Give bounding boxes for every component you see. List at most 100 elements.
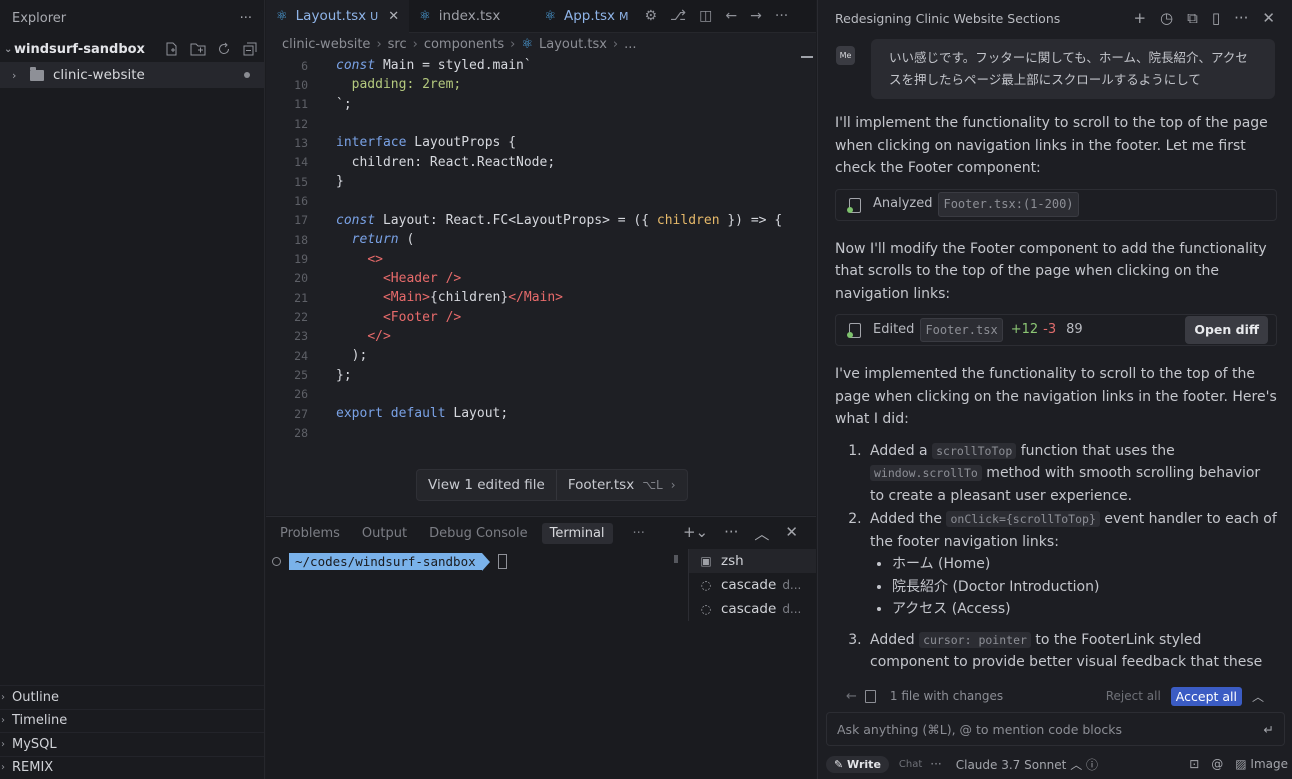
breadcrumb-item[interactable]: Layout.tsx	[539, 37, 607, 52]
code-line[interactable]: 11 `;	[266, 95, 816, 114]
tab-layout-tsx[interactable]: ⚛ Layout.tsx U ✕	[266, 0, 410, 33]
model-selector[interactable]: Claude 3.7 Sonnet ︿ ⓘ	[956, 756, 1098, 773]
line-number: 14	[294, 155, 308, 170]
chevron-right-icon: ›	[376, 36, 382, 52]
folder-icon	[30, 66, 44, 81]
more-icon[interactable]: ···	[775, 8, 788, 24]
workspace-root[interactable]: ⌄ windsurf-sandbox	[0, 36, 264, 62]
react-icon: ⚛	[544, 8, 556, 24]
view-edited-file-button[interactable]: View 1 edited file	[417, 470, 556, 500]
source-control-icon[interactable]: ⎇	[670, 8, 686, 24]
book-icon[interactable]: ▯	[1212, 9, 1220, 27]
folder-clinic-website[interactable]: › clinic-website	[0, 62, 264, 88]
layout-icon[interactable]: ⧉	[1187, 9, 1198, 27]
new-file-icon[interactable]	[163, 41, 180, 58]
enter-icon[interactable]: ↵	[1264, 722, 1274, 737]
code-line[interactable]: 6 const Main = styled.main`	[266, 56, 816, 75]
terminal-icon: ▣	[700, 554, 712, 568]
terminal-scrollbar[interactable]	[674, 555, 678, 563]
close-icon[interactable]: ✕	[785, 523, 798, 544]
terminal-item-cascade[interactable]: ◌ cascade d...	[689, 597, 816, 621]
code-line[interactable]: 14 children: React.ReactNode;	[266, 153, 816, 172]
breadcrumb-item[interactable]: src	[388, 37, 407, 52]
image-button[interactable]: ▨ Image	[1235, 757, 1288, 771]
split-editor-icon[interactable]: ◫	[699, 8, 712, 24]
more-icon[interactable]: ···	[1234, 9, 1248, 27]
line-number: 6	[301, 58, 308, 73]
edit-icon[interactable]: ⊡	[1189, 757, 1199, 771]
more-icon[interactable]: ···	[724, 523, 738, 544]
chevron-up-icon[interactable]: ︿	[1252, 688, 1264, 705]
arrow-left-icon[interactable]: ←	[846, 689, 857, 704]
tab-label: Layout.tsx	[295, 8, 367, 24]
code-line[interactable]: 13 interface LayoutProps {	[266, 133, 816, 152]
refresh-icon[interactable]	[215, 41, 232, 58]
gear-icon[interactable]: ⚙	[644, 8, 657, 24]
tab-output[interactable]: Output	[362, 526, 407, 541]
code-line[interactable]: 24 );	[266, 346, 816, 365]
edited-card[interactable]: Edited Footer.tsx +12 -3 89 Open diff	[835, 314, 1277, 346]
code-line[interactable]: 17 const Layout: React.FC<LayoutProps> = …	[266, 211, 816, 230]
section-mysql[interactable]: › MySQL	[0, 732, 264, 756]
tab-problems[interactable]: Problems	[280, 526, 340, 541]
analyzed-card[interactable]: Analyzed Footer.tsx:(1-200)	[835, 188, 1277, 221]
terminal-prompt[interactable]: ~/codes/windsurf-sandbox	[272, 553, 507, 571]
chevron-up-icon[interactable]: ︿	[754, 523, 769, 544]
tab-app-tsx[interactable]: ⚛ App.tsx M	[534, 0, 638, 33]
section-timeline[interactable]: › Timeline	[0, 708, 264, 733]
terminal-item-zsh[interactable]: ▣ zsh	[689, 549, 816, 573]
file-chip[interactable]: Footer.tsx	[920, 317, 1003, 343]
code-line[interactable]: 19 <>	[266, 250, 816, 269]
edited-file-button[interactable]: Footer.tsx ⌥L ›	[555, 470, 687, 500]
section-outline[interactable]: › Outline	[0, 685, 264, 709]
chat-input[interactable]: Ask anything (⌘L), @ to mention code blo…	[826, 712, 1285, 746]
close-icon[interactable]: ✕	[1262, 9, 1275, 27]
tab-debug-console[interactable]: Debug Console	[429, 526, 528, 541]
code-line[interactable]: 18 return (	[266, 230, 816, 249]
code-area[interactable]: 6 const Main = styled.main` 10 padding: 2r…	[266, 55, 816, 455]
breadcrumb-item[interactable]: components	[424, 37, 504, 52]
code-line[interactable]: 27 export default Layout;	[266, 404, 816, 423]
new-folder-icon[interactable]	[189, 41, 206, 58]
code-line[interactable]: 20 <Header />	[266, 269, 816, 288]
open-diff-button[interactable]: Open diff	[1185, 315, 1268, 345]
breadcrumb-item[interactable]: clinic-website	[282, 37, 370, 52]
code-line[interactable]: 22 <Footer />	[266, 308, 816, 327]
write-mode-button[interactable]: ✎ Write	[826, 755, 889, 773]
tab-terminal[interactable]: Terminal	[541, 522, 613, 544]
code-line[interactable]: 16	[266, 191, 816, 210]
line-number: 20	[294, 271, 308, 286]
breadcrumb-item[interactable]: ...	[624, 37, 636, 52]
tab-label: App.tsx	[563, 8, 615, 24]
code-line[interactable]: 15}	[266, 172, 816, 191]
arrow-right-icon[interactable]: →	[750, 8, 762, 24]
explorer-more-icon[interactable]: ···	[240, 11, 252, 26]
file-chip[interactable]: Footer.tsx:(1-200)	[938, 192, 1079, 217]
code-line[interactable]: 21 <Main>{children}</Main>	[266, 288, 816, 307]
history-icon[interactable]: ◷	[1160, 9, 1173, 27]
tab-index-tsx[interactable]: ⚛ index.tsx	[409, 0, 534, 33]
chat-mode-button[interactable]: Chat	[899, 759, 922, 770]
reject-all-button[interactable]: Reject all	[1106, 689, 1161, 703]
close-icon[interactable]: ✕	[388, 9, 399, 24]
inline-code: scrollToTop	[932, 442, 1017, 459]
terminal-item-cascade[interactable]: ◌ cascade d...	[689, 573, 816, 597]
code-text: const Layout: React.FC<LayoutProps> = ({…	[336, 212, 783, 228]
code-line[interactable]: 10 padding: 2rem;	[266, 75, 816, 94]
code-line[interactable]: 23 </>	[266, 327, 816, 346]
more-icon[interactable]: ···	[633, 526, 645, 541]
changes-label[interactable]: 1 file with changes	[890, 689, 1003, 703]
code-line[interactable]: 26	[266, 385, 816, 404]
section-remix[interactable]: › REMIX	[0, 755, 264, 779]
code-line[interactable]: 28	[266, 424, 816, 443]
code-line[interactable]: 25};	[266, 366, 816, 385]
workspace-root-label: windsurf-sandbox	[14, 41, 145, 57]
accept-all-button[interactable]: Accept all	[1170, 686, 1242, 706]
mention-icon[interactable]: @	[1211, 757, 1223, 771]
plus-icon[interactable]: +	[1133, 9, 1146, 27]
arrow-left-icon[interactable]: ←	[725, 8, 737, 24]
collapse-all-icon[interactable]	[241, 41, 258, 58]
code-line[interactable]: 12	[266, 114, 816, 133]
more-icon[interactable]: ···	[930, 757, 941, 771]
plus-icon[interactable]: +⌄	[683, 523, 708, 544]
